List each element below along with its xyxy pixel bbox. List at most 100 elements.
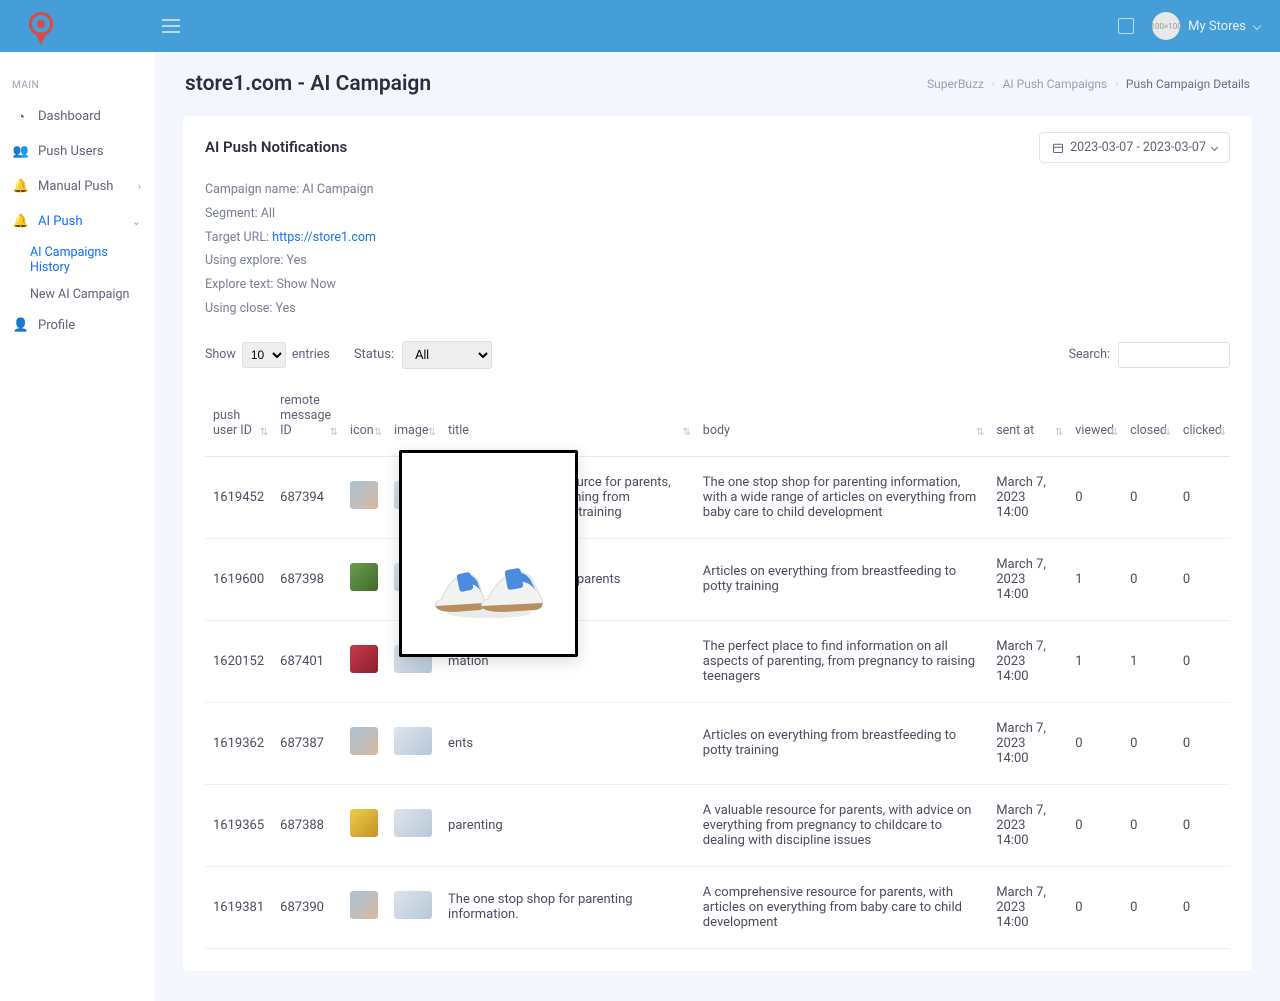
- cell-title: parenting: [440, 784, 695, 866]
- cell-viewed: 1: [1067, 620, 1122, 702]
- th-viewed[interactable]: viewed: [1067, 383, 1122, 457]
- chevron-down-icon: [1253, 22, 1261, 30]
- th-sent-at[interactable]: sent at: [988, 383, 1067, 457]
- cell-viewed: 0: [1067, 456, 1122, 538]
- cell-icon[interactable]: [342, 702, 386, 784]
- daterange-picker[interactable]: 2023-03-07 - 2023-03-07: [1039, 132, 1230, 163]
- bell-icon: 🔔: [14, 215, 28, 229]
- chevron-right-icon: ›: [138, 180, 141, 193]
- cell-sent: March 7, 2023 14:00: [988, 620, 1067, 702]
- cell-image[interactable]: [386, 784, 440, 866]
- sidebar-section-main: MAIN: [0, 72, 155, 99]
- notifications-card: AI Push Notifications 2023-03-07 - 2023-…: [183, 116, 1252, 971]
- cell-pid: 1619600: [205, 538, 272, 620]
- table-row: 1619452 687394 A comprehensive resource …: [205, 456, 1230, 538]
- th-remote-msg-id[interactable]: remote message ID: [272, 383, 342, 457]
- meta-target-label: Target URL:: [205, 230, 272, 245]
- cell-mid: 687401: [272, 620, 342, 702]
- cell-icon[interactable]: [342, 538, 386, 620]
- cell-pid: 1620152: [205, 620, 272, 702]
- entries-select[interactable]: 10: [242, 342, 286, 368]
- page-title: store1.com - AI Campaign: [185, 72, 431, 96]
- th-closed[interactable]: closed: [1122, 383, 1175, 457]
- chevron-down-icon: ⌄: [132, 215, 141, 228]
- cell-mid: 687388: [272, 784, 342, 866]
- cell-image[interactable]: [386, 866, 440, 948]
- cell-body: The one stop shop for parenting informat…: [695, 456, 988, 538]
- cell-viewed: 0: [1067, 702, 1122, 784]
- status-select[interactable]: All: [402, 341, 492, 369]
- avatar: 100×100: [1152, 12, 1180, 40]
- cell-closed: 0: [1122, 538, 1175, 620]
- meta-explore-text: Explore text: Show Now: [205, 273, 1230, 297]
- cell-body: A comprehensive resource for parents, wi…: [695, 866, 988, 948]
- search-control: Search:: [1069, 342, 1230, 368]
- cell-title: The one stop shop for parenting informat…: [440, 866, 695, 948]
- cell-mid: 687390: [272, 866, 342, 948]
- table-row: 1619365 687388 parenting A valuable reso…: [205, 784, 1230, 866]
- sidebar-item-manual-push[interactable]: 🔔Manual Push›: [0, 169, 155, 204]
- meta-explore: Using explore: Yes: [205, 249, 1230, 273]
- sidebar-item-ai-push[interactable]: 🔔AI Push⌄: [0, 204, 155, 239]
- topbar: 100×100 My Stores: [0, 0, 1280, 52]
- cell-image[interactable]: [386, 702, 440, 784]
- cell-closed: 1: [1122, 620, 1175, 702]
- notification-icon: [350, 645, 378, 673]
- cell-pid: 1619365: [205, 784, 272, 866]
- user-label: My Stores: [1188, 19, 1246, 34]
- store-switcher[interactable]: 100×100 My Stores: [1152, 12, 1260, 40]
- th-body[interactable]: body: [695, 383, 988, 457]
- cell-clicked: 0: [1175, 702, 1230, 784]
- cell-body: A valuable resource for parents, with ad…: [695, 784, 988, 866]
- table-row: 1620152 687401 mation The perfect place …: [205, 620, 1230, 702]
- target-url-link[interactable]: https://store1.com: [272, 230, 376, 245]
- cell-pid: 1619362: [205, 702, 272, 784]
- caret-down-icon: [1211, 144, 1218, 151]
- cell-icon[interactable]: [342, 456, 386, 538]
- th-push-user-id[interactable]: push user ID: [205, 383, 272, 457]
- menu-toggle-icon[interactable]: [162, 19, 180, 33]
- calendar-icon: [1052, 142, 1064, 154]
- th-icon[interactable]: icon: [342, 383, 386, 457]
- bc-current: Push Campaign Details: [1126, 77, 1250, 91]
- sidebar-item-dashboard[interactable]: ◔Dashboard: [0, 99, 155, 134]
- cell-viewed: 1: [1067, 538, 1122, 620]
- sidebar-item-new-campaign[interactable]: New AI Campaign: [0, 281, 155, 308]
- th-image[interactable]: image: [386, 383, 440, 457]
- cell-mid: 687398: [272, 538, 342, 620]
- chevron-right-icon: ›: [992, 79, 995, 89]
- cell-viewed: 0: [1067, 784, 1122, 866]
- cell-closed: 0: [1122, 866, 1175, 948]
- cell-title: ents: [440, 702, 695, 784]
- cell-body: The perfect place to find information on…: [695, 620, 988, 702]
- cell-clicked: 0: [1175, 620, 1230, 702]
- image-preview-popup: [399, 450, 578, 657]
- chevron-right-icon: ›: [1115, 79, 1118, 89]
- th-title[interactable]: title: [440, 383, 695, 457]
- cell-clicked: 0: [1175, 456, 1230, 538]
- breadcrumb: SuperBuzz › AI Push Campaigns › Push Cam…: [927, 77, 1250, 91]
- status-filter: Status: All: [354, 341, 492, 369]
- notification-image: [394, 727, 432, 755]
- cell-icon[interactable]: [342, 620, 386, 702]
- shoe-image: [424, 529, 554, 619]
- app-logo[interactable]: [20, 5, 62, 47]
- fullscreen-icon[interactable]: [1118, 18, 1134, 34]
- person-icon: 👤: [14, 319, 28, 333]
- cell-sent: March 7, 2023 14:00: [988, 866, 1067, 948]
- meta-close: Using close: Yes: [205, 297, 1230, 321]
- cell-mid: 687387: [272, 702, 342, 784]
- cell-sent: March 7, 2023 14:00: [988, 784, 1067, 866]
- cell-pid: 1619381: [205, 866, 272, 948]
- cell-icon[interactable]: [342, 784, 386, 866]
- cell-clicked: 0: [1175, 538, 1230, 620]
- bc-campaigns[interactable]: AI Push Campaigns: [1003, 77, 1108, 91]
- th-clicked[interactable]: clicked: [1175, 383, 1230, 457]
- search-input[interactable]: [1118, 342, 1230, 368]
- sidebar-item-profile[interactable]: 👤Profile: [0, 308, 155, 343]
- sidebar-item-push-users[interactable]: 👥Push Users: [0, 134, 155, 169]
- bc-superbuzz[interactable]: SuperBuzz: [927, 77, 984, 91]
- cell-icon[interactable]: [342, 866, 386, 948]
- sidebar-item-ai-history[interactable]: AI Campaigns History: [0, 239, 155, 281]
- users-icon: 👥: [14, 145, 28, 159]
